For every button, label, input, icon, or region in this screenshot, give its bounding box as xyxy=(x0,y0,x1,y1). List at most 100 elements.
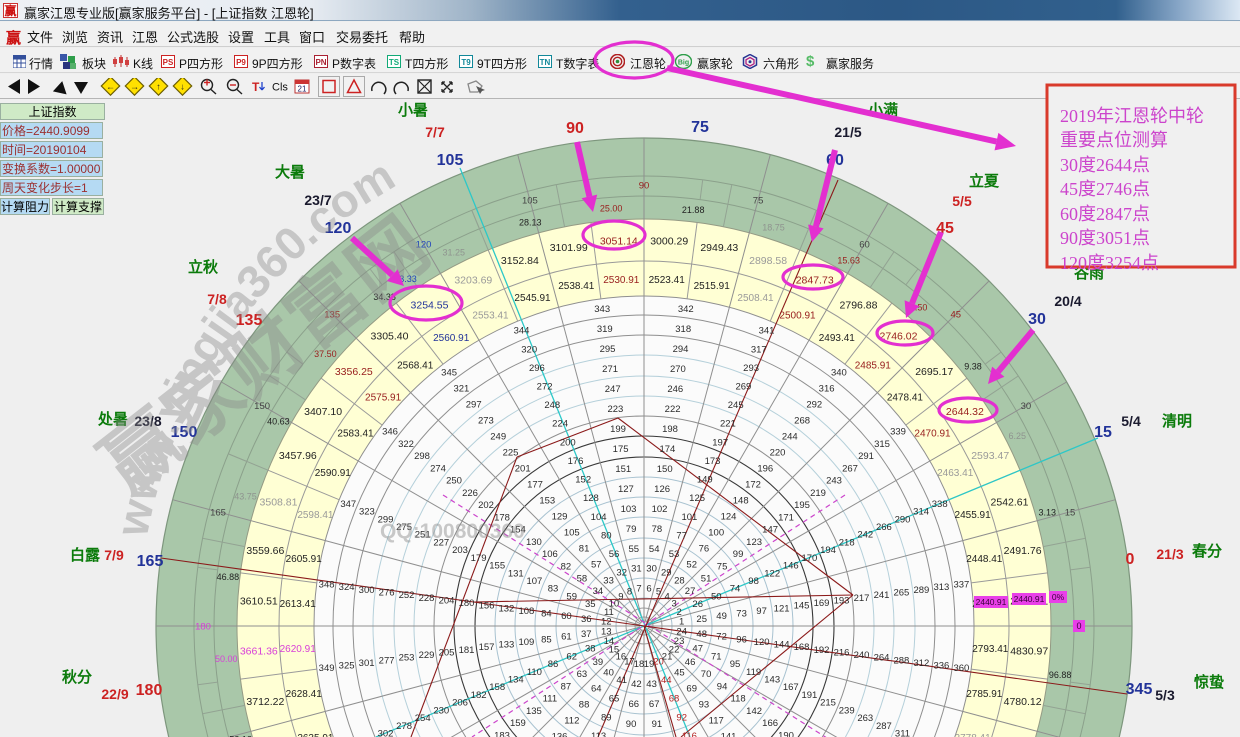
svg-text:秋分: 秋分 xyxy=(62,668,92,686)
svg-text:223: 223 xyxy=(607,404,623,415)
svg-text:112: 112 xyxy=(564,716,579,727)
svg-text:88: 88 xyxy=(579,700,590,711)
svg-text:4: 4 xyxy=(664,591,669,602)
svg-text:20/4: 20/4 xyxy=(1054,293,1081,309)
svg-text:242: 242 xyxy=(857,530,873,541)
svg-text:2440.91: 2440.91 xyxy=(976,597,1007,607)
svg-text:155: 155 xyxy=(489,561,505,572)
svg-text:61: 61 xyxy=(561,632,572,643)
svg-text:269: 269 xyxy=(735,382,751,393)
svg-text:28: 28 xyxy=(674,575,685,586)
svg-text:105: 105 xyxy=(564,527,580,538)
svg-text:254: 254 xyxy=(415,713,431,724)
svg-text:272: 272 xyxy=(537,382,553,393)
svg-text:193: 193 xyxy=(834,595,850,606)
svg-text:287: 287 xyxy=(876,721,892,732)
svg-text:156: 156 xyxy=(479,601,495,612)
svg-text:96.88: 96.88 xyxy=(1049,670,1072,680)
svg-text:33: 33 xyxy=(603,575,614,586)
svg-text:65: 65 xyxy=(609,694,620,705)
svg-text:2019年江恩轮中轮: 2019年江恩轮中轮 xyxy=(1060,106,1204,126)
svg-text:7/7: 7/7 xyxy=(425,124,445,140)
svg-text:40.63: 40.63 xyxy=(267,416,290,426)
svg-text:49: 49 xyxy=(716,611,727,622)
svg-text:97: 97 xyxy=(756,606,767,617)
svg-text:201: 201 xyxy=(515,463,531,474)
svg-text:71: 71 xyxy=(711,651,722,662)
svg-text:2575.91: 2575.91 xyxy=(365,393,402,404)
svg-text:177: 177 xyxy=(527,479,543,490)
svg-text:2628.41: 2628.41 xyxy=(286,689,323,700)
svg-text:46: 46 xyxy=(685,657,696,668)
svg-text:37: 37 xyxy=(581,629,592,640)
svg-text:127: 127 xyxy=(618,484,634,495)
svg-text:216: 216 xyxy=(834,647,850,658)
svg-text:215: 215 xyxy=(820,698,836,709)
svg-text:151: 151 xyxy=(615,464,631,475)
svg-text:336: 336 xyxy=(933,661,949,672)
svg-text:80: 80 xyxy=(601,530,612,541)
svg-text:204: 204 xyxy=(439,595,455,606)
svg-text:3254.55: 3254.55 xyxy=(411,300,449,312)
svg-text:169: 169 xyxy=(814,598,830,609)
svg-text:73: 73 xyxy=(736,609,747,620)
svg-text:60: 60 xyxy=(561,611,572,622)
svg-text:197: 197 xyxy=(712,437,728,448)
svg-text:2613.41: 2613.41 xyxy=(280,599,317,610)
svg-text:60: 60 xyxy=(859,240,870,251)
svg-text:46.88: 46.88 xyxy=(217,572,240,582)
svg-text:52: 52 xyxy=(686,559,697,570)
svg-text:121: 121 xyxy=(774,603,790,614)
svg-text:5/4: 5/4 xyxy=(1121,413,1141,429)
svg-text:313: 313 xyxy=(933,582,949,593)
svg-text:43: 43 xyxy=(646,679,657,690)
svg-text:278: 278 xyxy=(396,721,412,732)
svg-text:50.00: 50.00 xyxy=(215,654,238,664)
svg-text:176: 176 xyxy=(568,456,584,467)
svg-text:5/3: 5/3 xyxy=(1155,687,1175,703)
svg-text:347: 347 xyxy=(340,499,356,510)
svg-text:34: 34 xyxy=(593,586,604,597)
svg-text:2635.91: 2635.91 xyxy=(297,733,334,737)
svg-text:91: 91 xyxy=(652,719,663,730)
svg-text:124: 124 xyxy=(721,511,737,522)
svg-text:240: 240 xyxy=(854,650,870,661)
svg-text:320: 320 xyxy=(521,344,537,355)
svg-text:29: 29 xyxy=(661,568,672,579)
svg-text:31.25: 31.25 xyxy=(443,248,466,258)
svg-text:243: 243 xyxy=(826,476,842,487)
svg-text:90: 90 xyxy=(626,719,637,730)
svg-text:70: 70 xyxy=(701,669,712,680)
svg-text:3305.40: 3305.40 xyxy=(371,330,409,342)
svg-text:294: 294 xyxy=(673,344,689,355)
svg-text:105: 105 xyxy=(437,152,464,169)
svg-text:125: 125 xyxy=(689,493,705,504)
svg-text:93: 93 xyxy=(699,700,710,711)
svg-text:174: 174 xyxy=(659,444,675,455)
svg-text:77: 77 xyxy=(676,530,687,541)
svg-text:194: 194 xyxy=(820,545,836,556)
svg-text:290: 290 xyxy=(895,514,911,525)
svg-text:180: 180 xyxy=(195,621,211,632)
svg-text:302: 302 xyxy=(378,729,394,737)
svg-text:2493.41: 2493.41 xyxy=(819,333,856,344)
svg-text:98: 98 xyxy=(748,576,759,587)
svg-text:136: 136 xyxy=(552,732,568,737)
svg-text:252: 252 xyxy=(399,590,415,601)
svg-text:48: 48 xyxy=(696,629,707,640)
svg-text:144: 144 xyxy=(774,640,790,651)
svg-text:清明: 清明 xyxy=(1162,412,1192,430)
svg-text:170: 170 xyxy=(801,553,817,564)
svg-text:298: 298 xyxy=(414,451,430,462)
svg-text:56: 56 xyxy=(609,549,620,560)
svg-text:181: 181 xyxy=(459,645,475,656)
svg-text:31: 31 xyxy=(631,564,642,575)
svg-text:293: 293 xyxy=(743,363,759,374)
svg-text:268: 268 xyxy=(794,415,810,426)
svg-text:205: 205 xyxy=(439,647,455,658)
svg-text:44: 44 xyxy=(661,675,672,686)
svg-text:5: 5 xyxy=(656,586,661,597)
svg-text:116: 116 xyxy=(682,731,697,737)
svg-text:43.75: 43.75 xyxy=(234,492,257,502)
svg-text:147: 147 xyxy=(762,525,778,536)
